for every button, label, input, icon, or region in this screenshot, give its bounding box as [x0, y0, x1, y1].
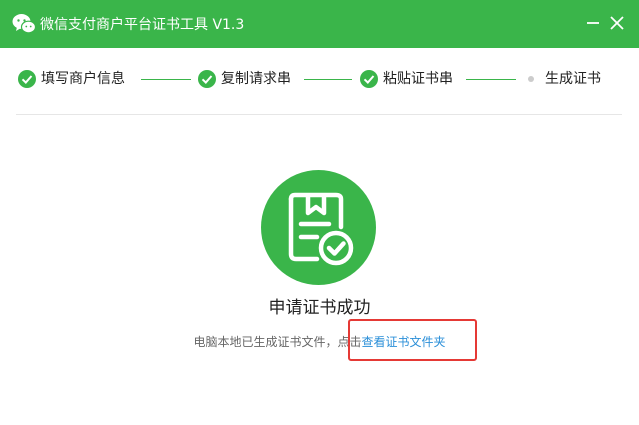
close-icon [610, 16, 624, 30]
wechat-icon [12, 14, 36, 34]
close-button[interactable] [604, 10, 630, 36]
step-1-label: 填写商户信息 [41, 71, 125, 87]
success-description: 电脑本地已生成证书文件，点击查看证书文件夹 [0, 333, 639, 351]
window-title: 微信支付商户平台证书工具 V1.3 [40, 17, 245, 33]
minimize-button[interactable] [580, 10, 606, 36]
step-4-label: 生成证书 [545, 71, 601, 87]
step-3-label: 粘贴证书串 [383, 71, 453, 87]
title-bar: 微信支付商户平台证书工具 V1.3 [0, 0, 639, 48]
description-text: 电脑本地已生成证书文件，点击 [193, 335, 362, 349]
highlight-annotation [348, 319, 477, 361]
success-title: 申请证书成功 [268, 298, 371, 318]
check-circle-icon [18, 70, 36, 88]
step-2-label: 复制请求串 [221, 71, 291, 87]
certificate-check-icon [261, 170, 376, 285]
minimize-icon [587, 22, 599, 24]
step-connector [304, 79, 352, 80]
step-4-dot [528, 76, 534, 82]
step-progress: 填写商户信息 复制请求串 粘贴证书串 生成证书 [0, 64, 639, 94]
step-connector [141, 79, 191, 80]
divider [16, 114, 622, 115]
check-circle-icon [360, 70, 378, 88]
check-circle-icon [198, 70, 216, 88]
step-connector [466, 79, 516, 80]
